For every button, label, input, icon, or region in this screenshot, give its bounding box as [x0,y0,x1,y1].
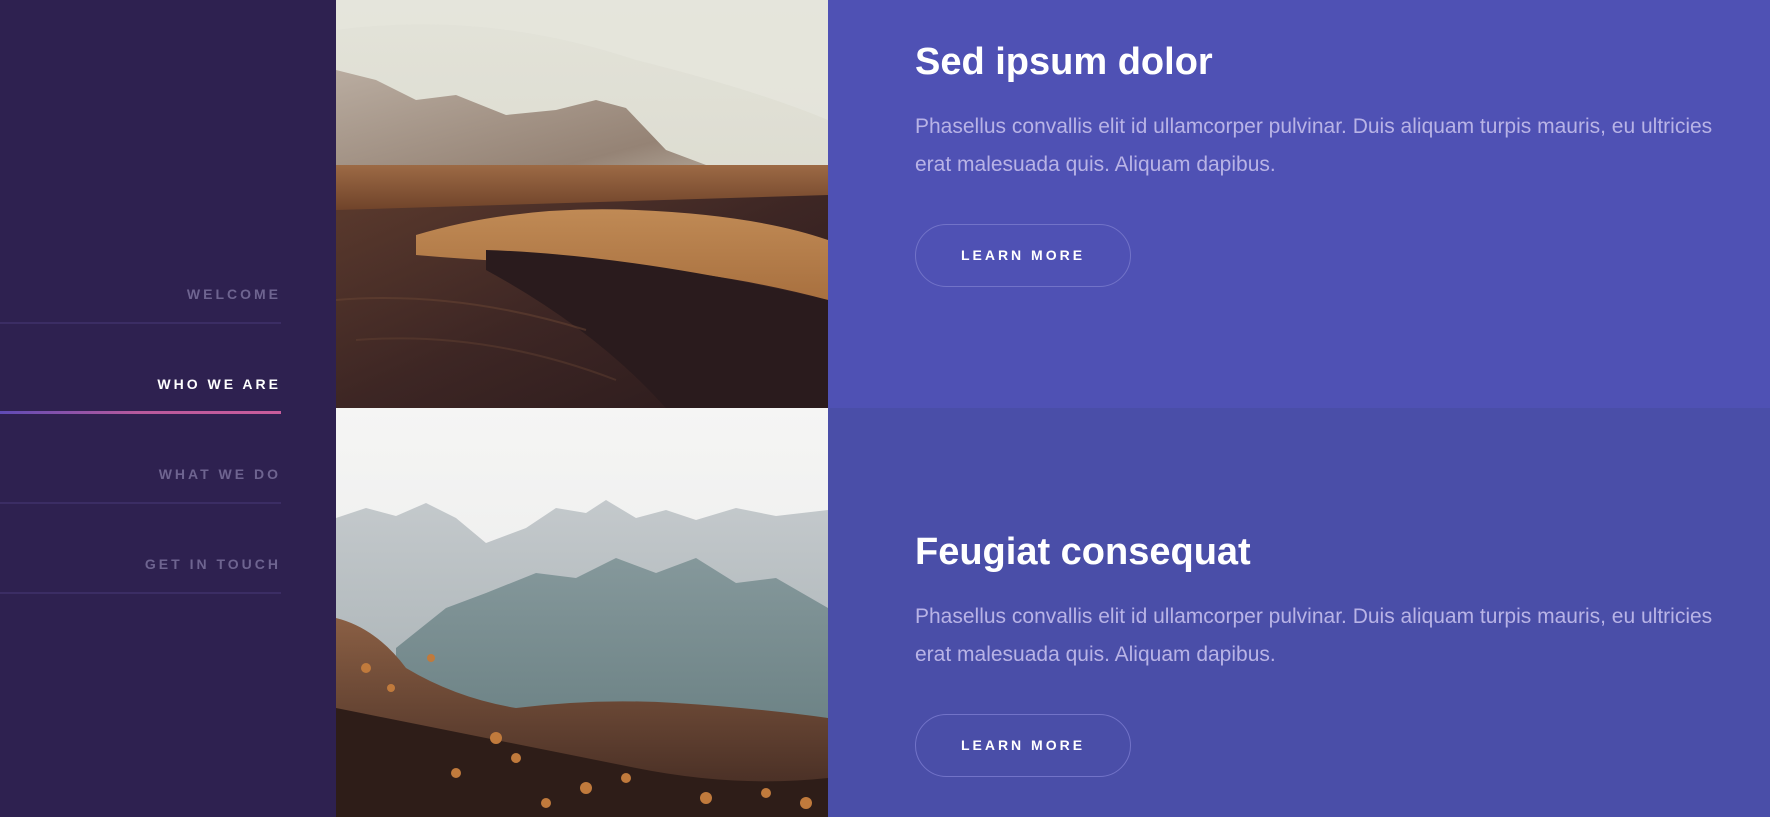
landscape-photo [336,408,828,817]
learn-more-button[interactable]: LEARN MORE [915,224,1131,287]
spotlight-image-alpine-ridges[interactable] [336,408,828,817]
learn-more-button[interactable]: LEARN MORE [915,714,1131,777]
spotlight-section-2: Feugiat consequat Phasellus convallis el… [336,408,1770,817]
nav-item-underline [0,592,281,594]
nav-item-label: WELCOME [186,286,281,302]
nav-item-welcome[interactable]: WELCOME [0,262,281,352]
nav-item-what-we-do[interactable]: WHAT WE DO [0,442,281,532]
nav-item-label: GET IN TOUCH [144,556,281,572]
spotlight-content: Sed ipsum dolor Phasellus convallis elit… [915,38,1745,287]
sidebar-nav: WELCOME WHO WE ARE WHAT WE DO GET IN TOU… [0,262,281,622]
nav-item-underline [0,502,281,504]
sidebar: WELCOME WHO WE ARE WHAT WE DO GET IN TOU… [0,0,336,817]
spotlight-title: Sed ipsum dolor [915,41,1213,83]
spotlight-title: Feugiat consequat [915,531,1251,573]
nav-item-label: WHAT WE DO [158,466,281,482]
spotlight-content: Feugiat consequat Phasellus convallis el… [915,528,1745,777]
spotlight-section-1: Sed ipsum dolor Phasellus convallis elit… [336,0,1770,408]
landscape-photo [336,0,828,408]
nav-item-who-we-are[interactable]: WHO WE ARE [0,352,281,442]
nav-item-get-in-touch[interactable]: GET IN TOUCH [0,532,281,622]
spotlight-text: Phasellus convallis elit id ullamcorper … [915,605,1713,666]
nav-item-label: WHO WE ARE [157,376,281,392]
spotlight-text: Phasellus convallis elit id ullamcorper … [915,115,1713,176]
nav-item-active-underline [0,411,281,414]
nav-item-underline [0,322,281,324]
spotlight-image-misty-mountain-shore[interactable] [336,0,828,408]
